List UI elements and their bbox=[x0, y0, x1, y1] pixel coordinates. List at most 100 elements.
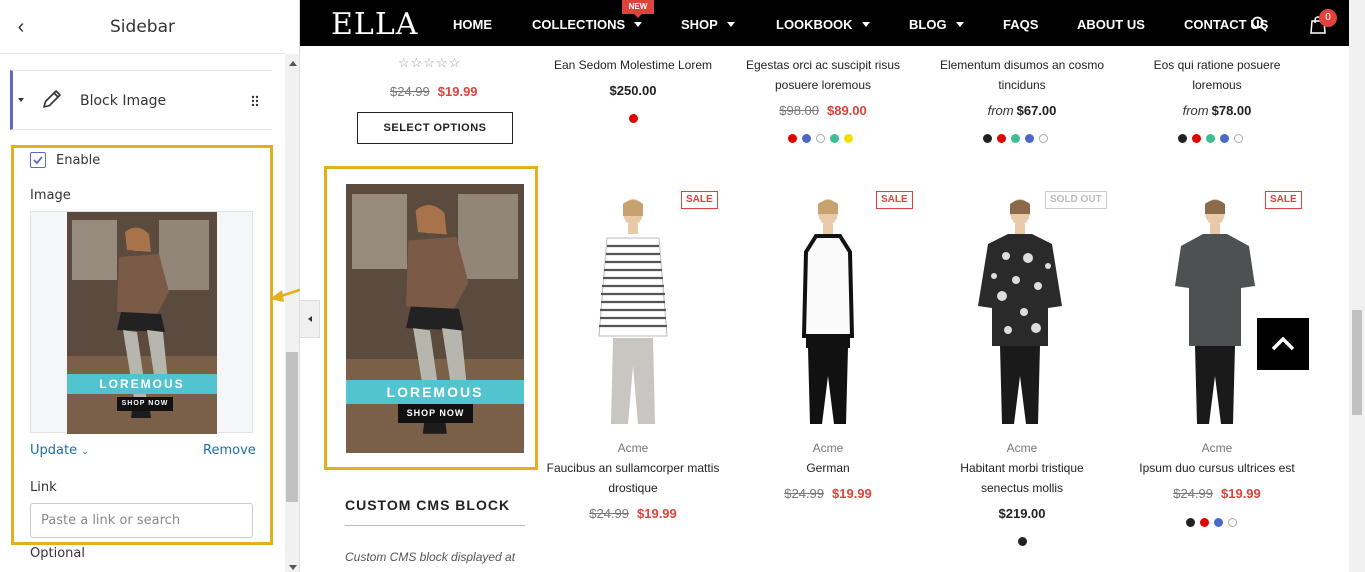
sidebar-scrollbar[interactable] bbox=[285, 54, 299, 572]
divider bbox=[345, 525, 525, 526]
swatch-green[interactable] bbox=[829, 134, 839, 143]
color-swatches[interactable] bbox=[1183, 514, 1239, 527]
sale-badge: SALE bbox=[1265, 191, 1302, 209]
swatch-black[interactable] bbox=[982, 134, 992, 143]
product-title[interactable]: Ean Sedom Molestime Lorem bbox=[543, 55, 723, 75]
nav-shop-label: SHOP bbox=[681, 17, 718, 32]
preview-scrollbar[interactable] bbox=[1349, 0, 1365, 572]
product-title[interactable]: Eos qui ratione posuere loremous bbox=[1127, 55, 1307, 95]
swatch-black[interactable] bbox=[1177, 134, 1187, 143]
swatch-green[interactable] bbox=[1010, 134, 1020, 143]
product-vendor: Acme bbox=[812, 441, 844, 455]
product-vendor: Acme bbox=[1006, 441, 1038, 455]
color-swatches[interactable] bbox=[626, 110, 640, 123]
caret-down-icon[interactable] bbox=[18, 98, 24, 102]
rating-stars: ☆☆☆☆☆ bbox=[398, 55, 462, 70]
collapse-sidebar-button[interactable] bbox=[300, 300, 320, 338]
swatch-blue[interactable] bbox=[801, 134, 811, 143]
swatch-blue[interactable] bbox=[1024, 134, 1034, 143]
back-to-top-button[interactable] bbox=[1257, 318, 1309, 370]
product-image[interactable] bbox=[788, 196, 868, 424]
theme-editor-sidebar: ‹ Sidebar Block Image Enable Image LOREM… bbox=[0, 0, 300, 572]
block-image-row[interactable]: Block Image bbox=[10, 70, 272, 130]
image-preview[interactable]: LOREMOUS SHOP NOW bbox=[30, 211, 253, 434]
color-swatches[interactable] bbox=[785, 130, 855, 143]
color-swatches[interactable] bbox=[1015, 533, 1029, 546]
sale-price: $19.99 bbox=[437, 84, 478, 99]
color-swatches[interactable] bbox=[1175, 130, 1245, 143]
swatch-red[interactable] bbox=[1199, 518, 1209, 527]
promo-shop-now[interactable]: SHOP NOW bbox=[398, 404, 473, 423]
product-title[interactable]: German bbox=[738, 458, 918, 478]
product-vendor: Acme bbox=[1201, 441, 1233, 455]
color-swatches[interactable] bbox=[980, 130, 1050, 143]
product-title[interactable]: Egestas orci ac suscipit risus posuere lo… bbox=[733, 55, 913, 95]
link-input[interactable] bbox=[30, 503, 253, 538]
regular-price: $250.00 bbox=[609, 83, 657, 98]
product-title[interactable]: Habitant morbi tristique senectus mollis bbox=[932, 458, 1112, 498]
product-image[interactable] bbox=[978, 196, 1062, 424]
nav-shop[interactable]: SHOP bbox=[681, 17, 735, 32]
nav-home-label: HOME bbox=[453, 17, 492, 32]
price: $219.00 bbox=[932, 506, 1112, 521]
nav-collections[interactable]: COLLECTIONS bbox=[532, 17, 643, 32]
promo-image-block[interactable]: LOREMOUS SHOP NOW bbox=[346, 184, 524, 453]
product-title-line: senectus mollis bbox=[980, 481, 1064, 495]
swatch-white[interactable] bbox=[1038, 134, 1048, 143]
select-options-button[interactable]: SELECT OPTIONS bbox=[357, 112, 513, 144]
nav-faqs[interactable]: FAQS bbox=[1003, 17, 1038, 32]
product-title[interactable]: Ipsum duo cursus ultrices est bbox=[1127, 458, 1307, 478]
old-price: $24.99 bbox=[589, 506, 629, 521]
store-logo[interactable]: ELLA bbox=[331, 7, 418, 42]
swatch-red[interactable] bbox=[996, 134, 1006, 143]
enable-checkbox[interactable] bbox=[30, 152, 46, 168]
swatch-black[interactable] bbox=[1185, 518, 1195, 527]
swatch-black[interactable] bbox=[1017, 537, 1027, 546]
swatch-red[interactable] bbox=[1191, 134, 1201, 143]
nav-blog[interactable]: BLOG bbox=[909, 17, 964, 32]
nav-about-us[interactable]: ABOUT US bbox=[1077, 17, 1145, 32]
chevron-down-icon bbox=[955, 22, 964, 27]
product-title-line: Egestas orci ac suscipit risus bbox=[745, 58, 901, 72]
nav-collections-label: COLLECTIONS bbox=[532, 17, 626, 32]
block-label: Block Image bbox=[80, 93, 167, 109]
swatch-yellow[interactable] bbox=[843, 134, 853, 143]
scrollbar-thumb[interactable] bbox=[286, 352, 298, 502]
scroll-down-icon[interactable] bbox=[289, 565, 297, 570]
image-label: Image bbox=[30, 188, 71, 203]
swatch-white[interactable] bbox=[1227, 518, 1237, 527]
product-title-line: Elementum disumos an cosmo bbox=[939, 58, 1105, 72]
nav-about-label: ABOUT US bbox=[1077, 17, 1145, 32]
chevron-down-icon bbox=[634, 22, 643, 27]
sale-price: $19.99 bbox=[832, 486, 872, 501]
search-icon[interactable] bbox=[1251, 16, 1267, 32]
product-title[interactable]: Faucibus an sullamcorper mattis drostique bbox=[543, 458, 723, 498]
swatch-green[interactable] bbox=[1205, 134, 1215, 143]
swatch-blue[interactable] bbox=[1213, 518, 1223, 527]
swatch-white[interactable] bbox=[1233, 134, 1243, 143]
nav-lookbook[interactable]: LOOKBOOK bbox=[776, 17, 870, 32]
old-price: $24.99 bbox=[784, 486, 824, 501]
swatch-white[interactable] bbox=[815, 134, 825, 143]
price: $24.99 $19.99 bbox=[1127, 486, 1307, 501]
preview-scrollbar-thumb[interactable] bbox=[1352, 310, 1362, 415]
nav-home[interactable]: HOME bbox=[453, 17, 492, 32]
product-image[interactable] bbox=[1173, 196, 1257, 424]
old-price: $24.99 bbox=[1173, 486, 1213, 501]
product-title-line: Eos qui ratione posuere bbox=[1153, 58, 1281, 72]
product-title-line: Faucibus an sullamcorper mattis bbox=[546, 461, 720, 475]
promo-shop-now: SHOP NOW bbox=[117, 397, 173, 411]
regular-price: $78.00 bbox=[1211, 103, 1252, 118]
product-image[interactable] bbox=[593, 196, 673, 424]
remove-image-link[interactable]: Remove bbox=[203, 443, 256, 458]
swatch-red[interactable] bbox=[628, 114, 638, 123]
swatch-blue[interactable] bbox=[1219, 134, 1229, 143]
swatch-red[interactable] bbox=[787, 134, 797, 143]
update-image-link[interactable]: Update ⌄ bbox=[30, 443, 89, 458]
product-title-line: Ipsum duo cursus ultrices est bbox=[1139, 461, 1295, 475]
drag-handle-icon[interactable] bbox=[251, 95, 259, 107]
scroll-up-icon[interactable] bbox=[289, 61, 297, 66]
promo-banner-text: LOREMOUS bbox=[346, 380, 524, 404]
product-title[interactable]: Elementum disumos an cosmo tinciduns bbox=[932, 55, 1112, 95]
checkmark-icon bbox=[33, 156, 43, 165]
